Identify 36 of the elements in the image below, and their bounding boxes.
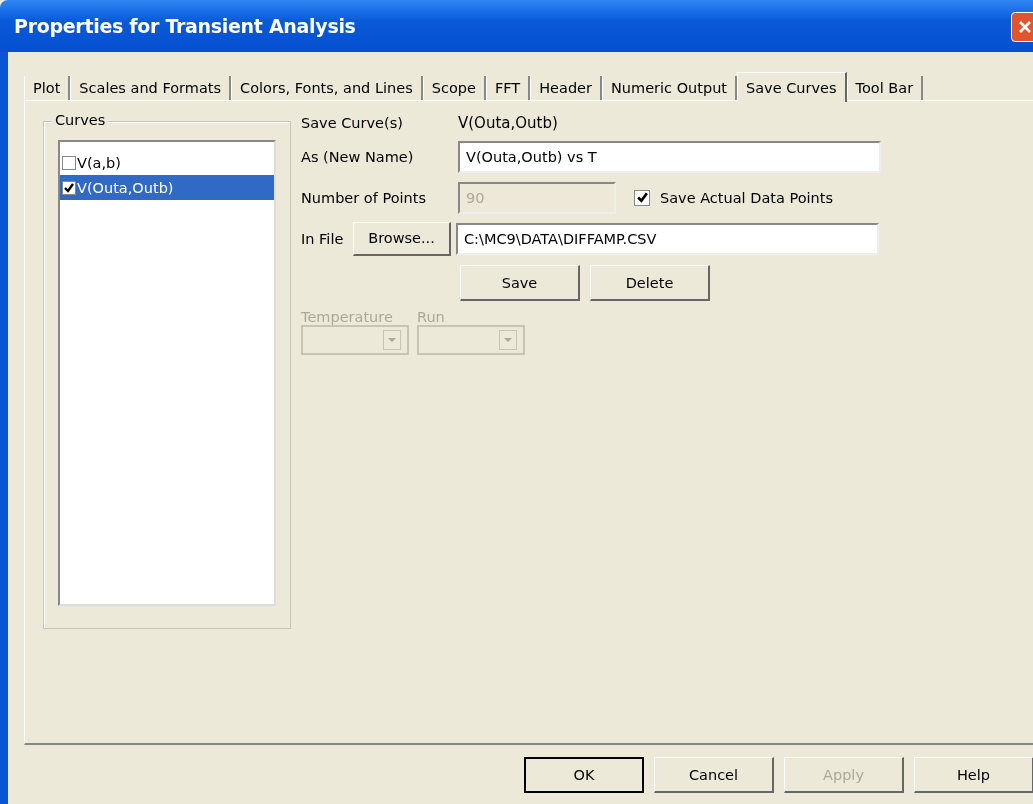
curve-item[interactable]: V(Outa,Outb) xyxy=(60,175,274,200)
field-label: Number of Points xyxy=(301,189,427,206)
action-button[interactable]: Delete xyxy=(590,265,710,301)
dropdown-label: Temperature xyxy=(301,309,394,325)
checkbox-label: Save Actual Data Points xyxy=(660,189,834,206)
tab[interactable]: Colors, Fonts, and Lines xyxy=(231,76,423,100)
file-field[interactable]: C:\MC9\DATA\DIFFAMP.CSV xyxy=(456,222,879,255)
curve-label: V(Outa,Outb) xyxy=(77,179,174,196)
dialog-button[interactable]: Help xyxy=(914,757,1033,793)
tab[interactable]: Tool Bar xyxy=(846,76,924,100)
tab[interactable]: Save Curves xyxy=(737,72,847,102)
tab[interactable]: Scope xyxy=(422,76,486,100)
action-button[interactable]: Save xyxy=(460,265,580,301)
tab[interactable]: Numeric Output xyxy=(602,76,737,100)
close-button[interactable] xyxy=(1011,12,1033,42)
window-title: Properties for Transient Analysis xyxy=(14,15,356,37)
dialog-button[interactable]: Cancel xyxy=(654,757,774,793)
checkbox[interactable] xyxy=(62,155,76,170)
curve-name: V(Outa,Outb) xyxy=(458,114,558,132)
checkbox[interactable] xyxy=(62,180,76,195)
tab[interactable]: Scales and Formats xyxy=(70,76,232,100)
field-label: As (New Name) xyxy=(301,148,415,165)
tab[interactable]: FFT xyxy=(485,76,531,100)
curve-item[interactable]: V(a,b) xyxy=(60,150,274,175)
dropdown-label: Run xyxy=(417,309,446,325)
field-label: Save Curve(s) xyxy=(301,115,404,131)
browse-button[interactable]: Browse... xyxy=(353,221,451,256)
tab[interactable]: Plot xyxy=(24,76,71,100)
dialog-button[interactable]: OK xyxy=(524,757,644,793)
field-label: In File xyxy=(301,230,345,247)
name-field[interactable]: V(Outa,Outb) vs T xyxy=(458,140,881,173)
close-icon xyxy=(1017,19,1033,35)
curve-label: V(a,b) xyxy=(77,154,121,171)
checkbox[interactable] xyxy=(634,189,650,206)
group-title: Curves xyxy=(52,112,109,128)
tab[interactable]: Header xyxy=(530,76,602,100)
